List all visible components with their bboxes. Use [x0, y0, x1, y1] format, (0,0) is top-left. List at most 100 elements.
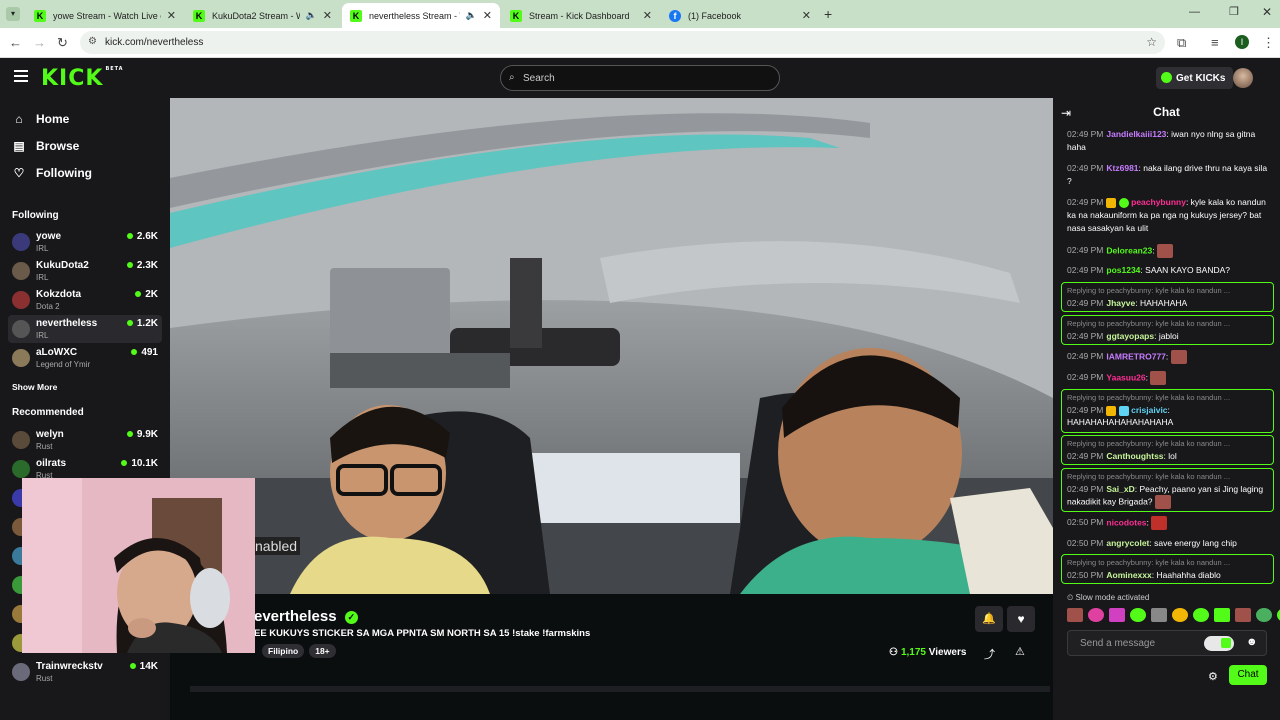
reply-context[interactable]: Replying to peachybunny: kyle kala ko na… — [1067, 285, 1268, 297]
reply-context[interactable]: Replying to peachybunny: kyle kala ko na… — [1067, 438, 1268, 450]
close-tab-icon[interactable]: ✕ — [323, 9, 332, 22]
chat-message: 02:49 PM Yaasuu26: — [1067, 371, 1273, 385]
get-kicks-button[interactable]: Get KICKs — [1156, 67, 1234, 89]
show-more-link[interactable]: Show More — [12, 382, 57, 392]
channel-category: IRL — [36, 331, 49, 340]
emote-icon — [1150, 371, 1167, 385]
slow-mode-text: Slow mode activated — [1075, 593, 1150, 602]
message-user[interactable]: Jandielkaiii123 — [1106, 129, 1166, 139]
message-user[interactable]: peachybunny — [1131, 197, 1186, 207]
message-user[interactable]: Delorean23 — [1106, 245, 1152, 255]
user-avatar[interactable] — [1233, 68, 1253, 88]
send-chat-button[interactable]: Chat — [1229, 665, 1267, 685]
browser-tab[interactable]: f (1) Facebook ✕ — [661, 3, 819, 28]
message-user[interactable]: Sai_xD — [1106, 484, 1134, 494]
reply-context[interactable]: Replying to peachybunny: kyle kala ko na… — [1067, 471, 1268, 483]
close-tab-icon[interactable]: ✕ — [167, 9, 176, 22]
viewer-count-text: 14K — [139, 661, 158, 672]
audio-icon[interactable]: 🔈 — [466, 10, 477, 21]
close-window-icon[interactable]: ✕ — [1262, 5, 1272, 19]
emote-icon[interactable] — [1067, 608, 1083, 622]
browser-tab[interactable]: K KukuDota2 Stream - Watch 🔈 ✕ — [185, 3, 340, 28]
reload-icon[interactable]: ↻ — [57, 35, 68, 50]
minimize-icon[interactable]: — — [1189, 6, 1200, 18]
new-tab-icon[interactable]: + — [824, 6, 832, 22]
tag-chip[interactable]: 18+ — [309, 644, 336, 658]
following-channel[interactable]: yowe IRL 2.6K — [8, 228, 162, 256]
share-icon[interactable]: ⤴ — [984, 646, 995, 662]
message-user[interactable]: Jhayve — [1106, 298, 1135, 308]
reply-context[interactable]: Replying to peachybunny: kyle kala ko na… — [1067, 392, 1268, 404]
site-info-icon[interactable]: ⚙ — [88, 36, 97, 47]
emote-icon[interactable] — [1109, 608, 1125, 622]
close-tab-icon[interactable]: ✕ — [483, 9, 492, 22]
chat-settings-icon[interactable]: ⚙ — [1208, 670, 1218, 683]
message-user[interactable]: Yaasuu26 — [1106, 372, 1145, 382]
forward-icon[interactable]: → — [33, 35, 46, 50]
message-user[interactable]: nicodotes — [1106, 517, 1146, 527]
tab-search-icon[interactable]: ▾ — [6, 7, 20, 21]
message-text: : — [1146, 517, 1149, 528]
url-field[interactable]: ⚙ kick.com/nevertheless ☆ — [80, 31, 1165, 54]
message-time: 02:49 PM — [1067, 298, 1104, 308]
emote-icon[interactable] — [1130, 608, 1146, 622]
hamburger-menu-icon[interactable] — [14, 70, 28, 82]
emote-icon[interactable] — [1172, 608, 1188, 622]
message-user[interactable]: pos1234 — [1106, 265, 1140, 275]
message-user[interactable]: Ktz6981 — [1106, 163, 1138, 173]
video-player[interactable]: nabled — [170, 98, 1053, 594]
bookmark-star-icon[interactable]: ☆ — [1146, 35, 1157, 49]
message-user[interactable]: angrycolet — [1106, 538, 1149, 548]
emote-icon[interactable] — [1235, 608, 1251, 622]
tab-title: (1) Facebook — [688, 10, 742, 21]
url-text: kick.com/nevertheless — [105, 37, 204, 48]
reply-context[interactable]: Replying to peachybunny: kyle kala ko na… — [1067, 318, 1268, 330]
media-controls-icon[interactable]: ≡ — [1211, 35, 1219, 50]
message-user[interactable]: ggtayopaps — [1106, 331, 1154, 341]
tag-chip[interactable]: Filipino — [262, 644, 305, 658]
streamer-name[interactable]: evertheless ✓ — [254, 608, 358, 625]
nav-browse[interactable]: ▤ Browse — [12, 139, 79, 153]
emoji-picker-icon[interactable]: ☻ — [1246, 636, 1258, 648]
browser-tab[interactable]: K yowe Stream - Watch Live on Kick ✕ — [26, 3, 184, 28]
recommended-channel[interactable]: welyn Rust 9.9K — [8, 426, 162, 454]
notification-bell-button[interactable]: 🔔 — [975, 606, 1003, 632]
follow-button[interactable]: ♥ — [1007, 606, 1035, 632]
more-menu-icon[interactable]: ⋮ — [1262, 35, 1275, 50]
following-channel[interactable]: Kokzdota Dota 2 2K — [8, 286, 162, 314]
emote-icon[interactable] — [1214, 608, 1230, 622]
close-tab-icon[interactable]: ✕ — [802, 9, 811, 22]
profile-avatar[interactable]: I — [1235, 35, 1249, 49]
channel-category: Rust — [36, 674, 53, 683]
chat-panel: ⇥ Chat 02:49 PM Jandielkaiii123: iwan nyo… — [1053, 98, 1280, 720]
emote-icon[interactable] — [1256, 608, 1272, 622]
extensions-icon[interactable]: ⧉ — [1177, 35, 1186, 50]
webcam-image — [22, 478, 255, 653]
browser-tab[interactable]: K Stream - Kick Dashboard ✕ — [502, 3, 660, 28]
nav-home[interactable]: ⌂ Home — [12, 112, 69, 126]
message-user[interactable]: Aominexxx — [1106, 570, 1151, 580]
browser-tab-active[interactable]: K nevertheless Stream - Watch 🔈 ✕ — [342, 3, 500, 28]
heart-emote-icon[interactable] — [1088, 608, 1104, 622]
search-input[interactable]: ⌕ Search — [500, 65, 780, 91]
recommended-channel[interactable]: Trainwreckstv Rust 14K — [8, 658, 162, 686]
following-channel-selected[interactable]: nevertheless IRL 1.2K — [8, 315, 162, 343]
live-dot-icon — [126, 431, 133, 437]
chat-message-input[interactable]: Send a message ☻ — [1067, 630, 1267, 656]
message-user[interactable]: crisjaivic — [1131, 405, 1167, 415]
restore-icon[interactable]: ❐ — [1229, 5, 1239, 18]
back-icon[interactable]: ← — [9, 35, 22, 50]
emote-icon[interactable] — [1193, 608, 1209, 622]
kick-logo[interactable]: KICK BETA — [41, 66, 124, 91]
nav-following[interactable]: ♡ Following — [12, 166, 92, 180]
message-user[interactable]: IAMRETRO777 — [1106, 351, 1166, 361]
report-icon[interactable]: ⚠ — [1015, 645, 1025, 658]
emote-icon[interactable] — [1151, 608, 1167, 622]
viewer-count: 2K — [135, 289, 158, 300]
message-user[interactable]: Canthoughtss — [1106, 451, 1163, 461]
following-channel[interactable]: aLoWXC Legend of Ymir 491 — [8, 344, 162, 372]
close-tab-icon[interactable]: ✕ — [643, 9, 652, 22]
reply-context[interactable]: Replying to peachybunny: kyle kala ko na… — [1067, 557, 1268, 569]
following-channel[interactable]: KukuDota2 IRL 2.3K — [8, 257, 162, 285]
audio-icon[interactable]: 🔈 — [306, 10, 317, 21]
